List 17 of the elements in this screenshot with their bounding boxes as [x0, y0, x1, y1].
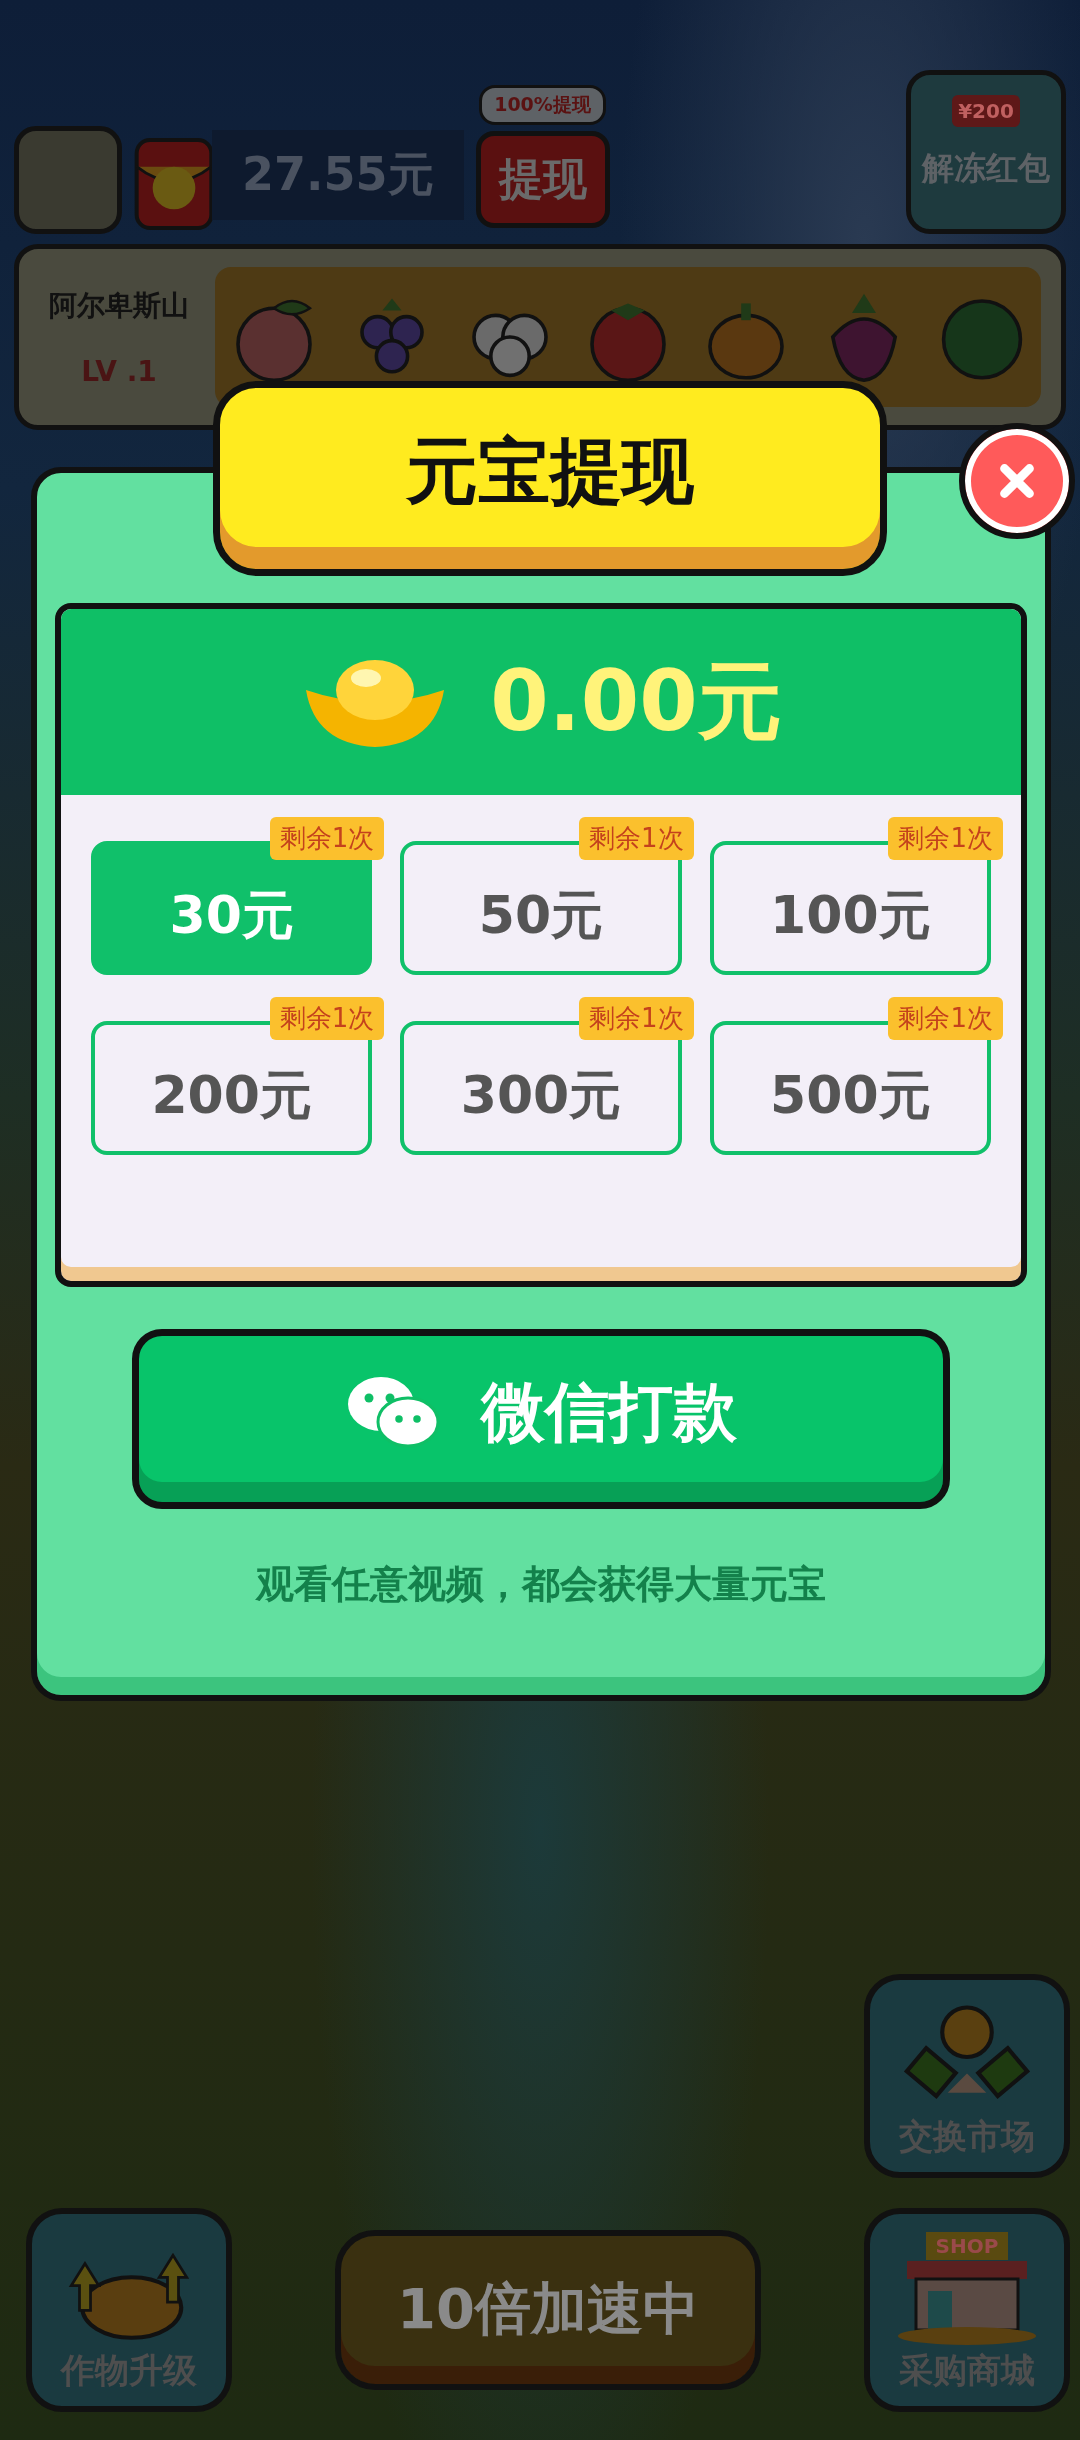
wechat-pay-button[interactable]: 微信打款 — [132, 1329, 950, 1509]
shop-sign: SHOP — [925, 2232, 1009, 2260]
remaining-badge: 剩余1次 — [579, 997, 694, 1040]
remaining-badge: 剩余1次 — [269, 997, 385, 1040]
remaining-badge: 剩余1次 — [579, 817, 694, 860]
ingot-balance: 0.00元 — [490, 651, 782, 752]
dialog-title: 元宝提现 — [213, 381, 887, 576]
area-name: 阿尔卑斯山 — [49, 287, 189, 324]
notice-text: 观看任意视频，都会获得大量元宝 — [256, 1561, 826, 1608]
speed-up-button[interactable]: 10倍加速中 — [335, 2230, 761, 2390]
balance-text: 27.55元 — [212, 130, 464, 220]
withdraw-button[interactable]: 提现 — [475, 131, 610, 228]
remaining-badge: 剩余1次 — [888, 817, 1003, 860]
withdraw-badge: 100%提现 — [479, 85, 606, 125]
remaining-badge: 剩余1次 — [888, 997, 1003, 1040]
remaining-badge: 剩余1次 — [269, 817, 385, 860]
unfreeze-button[interactable]: ¥200 解冻红包 — [906, 70, 1066, 234]
